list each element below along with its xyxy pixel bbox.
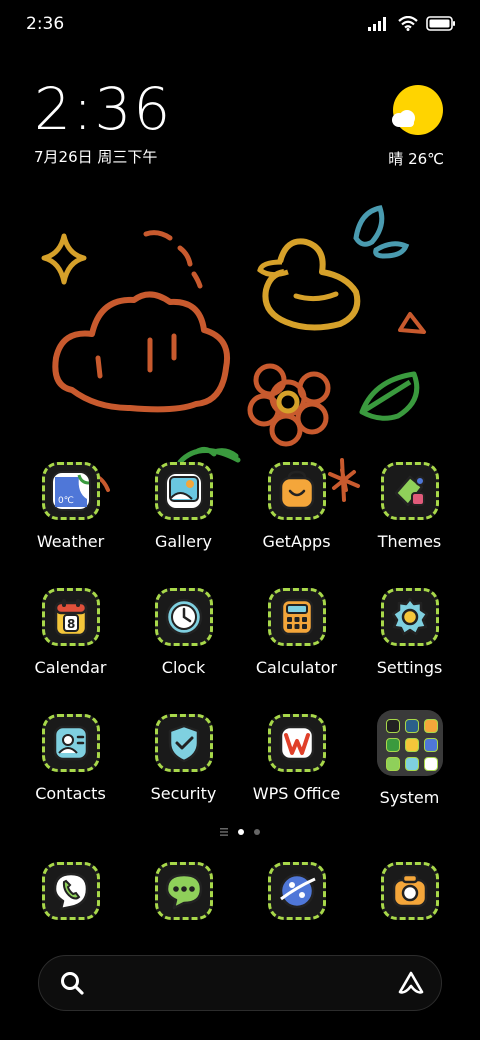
dock-app-camera[interactable]: [353, 862, 466, 926]
app-calendar[interactable]: 8 Calendar: [14, 588, 127, 714]
page-dot[interactable]: [254, 829, 260, 835]
dock-app-phone[interactable]: [14, 862, 127, 926]
app-label: Calculator: [255, 658, 338, 677]
sparkle-doodle: [41, 233, 87, 285]
clock-icon: [154, 588, 213, 646]
app-contacts[interactable]: Contacts: [14, 714, 127, 840]
camera-icon: [380, 862, 439, 920]
weather-icon-text: 0℃: [58, 496, 74, 506]
app-label: System: [379, 788, 440, 807]
folder-mini-icon: [423, 719, 438, 733]
app-row: Contacts Security WPS Office System: [14, 710, 466, 840]
battery-icon: [426, 16, 455, 31]
calendar-icon: 8: [41, 588, 100, 646]
folder-mini-icon: [404, 738, 419, 752]
app-label: Security: [150, 784, 217, 803]
app-calculator[interactable]: Calculator: [240, 588, 353, 714]
app-gallery[interactable]: Gallery: [127, 462, 240, 588]
folder-mini-icon: [385, 738, 400, 752]
app-themes[interactable]: Themes: [353, 462, 466, 588]
browser-icon: [267, 862, 326, 920]
settings-icon: [380, 588, 439, 646]
app-grid: 0℃ Weather Gallery GetApps Themes 8 Cale…: [14, 462, 466, 840]
app-row: 0℃ Weather Gallery GetApps Themes: [14, 462, 466, 588]
contacts-icon: [41, 714, 100, 772]
app-label: Clock: [161, 658, 206, 677]
folder-mini-icon: [385, 719, 400, 733]
app-label: Settings: [376, 658, 443, 677]
folder-system[interactable]: System: [353, 710, 466, 840]
app-getapps[interactable]: GetApps: [240, 462, 353, 588]
wps-office-icon: [267, 714, 326, 772]
app-weather[interactable]: 0℃ Weather: [14, 462, 127, 588]
signal-icon: [368, 16, 386, 31]
widget-date: 7月26日 周三下午: [34, 148, 158, 166]
droplet-doodle: [353, 205, 385, 247]
app-label: Weather: [36, 532, 105, 551]
dock-app-messages[interactable]: [127, 862, 240, 926]
search-bar[interactable]: [38, 955, 442, 1011]
page-indicator: [0, 828, 480, 836]
cloud-doodle: [52, 291, 230, 413]
security-icon: [154, 714, 213, 772]
folder-mini-icon: [423, 757, 438, 771]
sun-cloud-icon: [392, 85, 443, 135]
gallery-icon: [154, 462, 213, 520]
app-label: Themes: [377, 532, 442, 551]
widget-time: 2:36: [34, 75, 173, 143]
folder-mini-icon: [423, 738, 438, 752]
weather-condition: 晴: [388, 150, 404, 168]
assistant-icon[interactable]: [397, 970, 425, 996]
list-view-icon[interactable]: [220, 828, 228, 836]
app-settings[interactable]: Settings: [353, 588, 466, 714]
weather-widget[interactable]: 晴 26℃: [388, 84, 444, 169]
app-row: 8 Calendar Clock Calculator Settings: [14, 588, 466, 714]
leaf-doodle: [359, 371, 420, 421]
app-label: Calendar: [34, 658, 107, 677]
app-label: Gallery: [155, 532, 212, 551]
dock: [14, 862, 466, 926]
app-wps-office[interactable]: WPS Office: [240, 714, 353, 840]
folder-mini-icon: [404, 757, 419, 771]
duck-doodle: [262, 238, 361, 331]
weather-icon: 0℃: [41, 462, 100, 520]
folder-mini-icon: [404, 719, 419, 733]
themes-icon: [380, 462, 439, 520]
calculator-icon: [267, 588, 326, 646]
weather-temperature: 26℃: [408, 150, 444, 168]
calendar-icon-text: 8: [67, 617, 75, 631]
phone-icon: [41, 862, 100, 920]
app-clock[interactable]: Clock: [127, 588, 240, 714]
clock-widget[interactable]: 2:36 7月26日 周三下午: [34, 78, 172, 167]
page-dot[interactable]: [238, 829, 244, 835]
status-time: 2:36: [26, 14, 65, 34]
getapps-icon: [267, 462, 326, 520]
sprig-doodle: [177, 446, 241, 465]
app-label: WPS Office: [252, 784, 341, 803]
app-label: Contacts: [35, 784, 106, 803]
search-icon[interactable]: [59, 970, 85, 996]
dock-app-browser[interactable]: [240, 862, 353, 926]
app-label: GetApps: [262, 532, 331, 551]
folder-icon: [376, 710, 443, 776]
folder-mini-icon: [385, 757, 400, 771]
flower-doodle: [247, 363, 331, 447]
status-bar: 2:36: [0, 0, 480, 48]
dash-doodle: [143, 230, 203, 289]
app-security[interactable]: Security: [127, 714, 240, 840]
messages-icon: [154, 862, 213, 920]
triangle-doodle: [398, 312, 426, 334]
wifi-icon: [398, 16, 418, 31]
